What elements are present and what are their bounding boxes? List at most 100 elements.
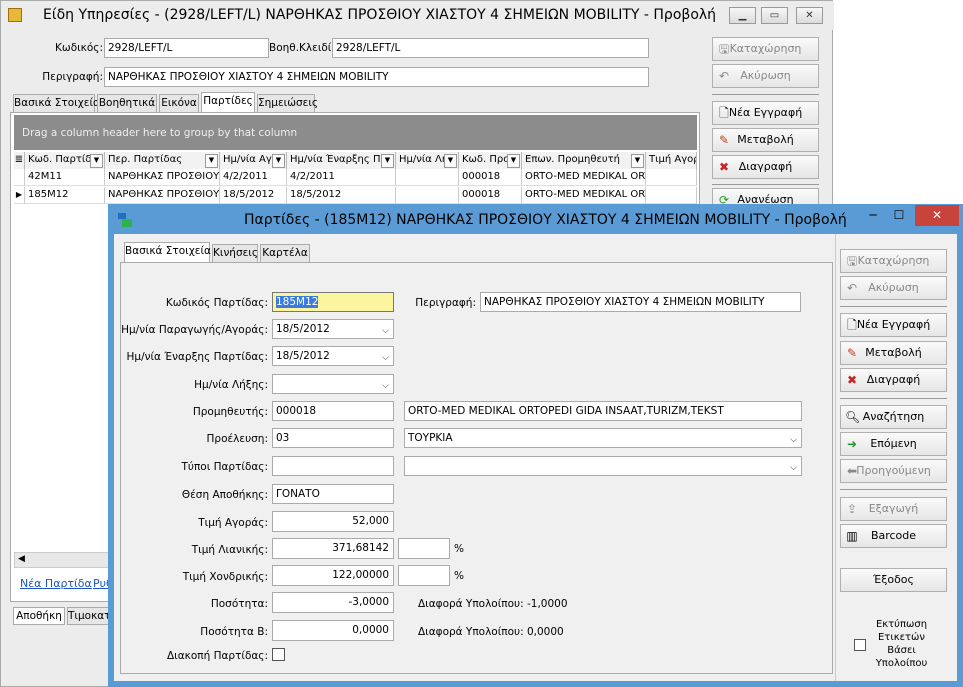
chevron-down-icon[interactable]: ⌵ (790, 431, 797, 447)
supplier-code-field[interactable]: 000018 (272, 401, 394, 421)
tab-basic[interactable]: Βασικά Στοιχεία (13, 94, 100, 112)
batches-window-titlebar[interactable]: Παρτίδες - (185Μ12) ΝΑΡΘΗΚΑΣ ΠΡΟΣΘΙΟΥ ΧΙ… (108, 204, 963, 234)
expiry-date-picker[interactable]: ⌵ (272, 374, 394, 394)
location-field[interactable]: ΓΟΝΑΤΟ (272, 484, 394, 504)
horizontal-scrollbar[interactable]: ◀ (14, 552, 114, 568)
tab-image[interactable]: Εικόνα (159, 94, 199, 112)
chevron-down-icon[interactable]: ⌵ (382, 349, 389, 365)
close-button[interactable]: ✕ (915, 205, 959, 226)
chevron-down-icon[interactable]: ▼ (272, 154, 285, 168)
start-date-picker[interactable]: 18/5/2012 ⌵ (272, 346, 394, 366)
cell[interactable]: 000018 (459, 187, 522, 204)
cell[interactable]: 18/5/2012 (220, 187, 287, 204)
barcode-button[interactable]: ▥ Barcode (840, 524, 947, 548)
search-button[interactable]: 🔍︎ Αναζήτηση (840, 405, 947, 429)
buy-price-field[interactable]: 52,000 (272, 511, 394, 532)
chevron-down-icon[interactable]: ▼ (507, 154, 520, 168)
cell[interactable] (396, 187, 459, 204)
chevron-down-icon[interactable]: ▼ (205, 154, 218, 168)
table-row[interactable]: ▶ 185Μ12 ΝΑΡΘΗΚΑΣ ΠΡΟΣΘΙΟΥ 18/5/2012 18/… (14, 187, 697, 204)
supplier-name-field[interactable]: ORTO-MED MEDIKAL ORTOPEDI GIDA INSAAT,TU… (404, 401, 802, 421)
description-field[interactable]: ΝΑΡΘΗΚΑΣ ΠΡΟΣΘΙΟΥ ΧΙΑΣΤΟΥ 4 ΣΗΜΕΙΩΝ MOBI… (104, 67, 649, 87)
col-start-date[interactable]: Ημ/νία Έναρξης Πα ▼ (287, 152, 396, 169)
stop-batch-checkbox[interactable] (272, 648, 285, 661)
tab-card[interactable]: Καρτέλα (260, 244, 310, 262)
col-batch-desc[interactable]: Περ. Παρτίδας ▼ (105, 152, 220, 169)
delete-button[interactable]: ✖ Διαγραφή (712, 155, 819, 179)
cell[interactable]: ORTO-MED MEDIKAL ORT (522, 169, 646, 186)
cancel-button[interactable]: ↶ Ακύρωση (712, 64, 819, 88)
chevron-down-icon[interactable]: ▼ (631, 154, 644, 168)
chevron-down-icon[interactable]: ⌵ (790, 459, 797, 475)
cancel-button[interactable]: ↶ Ακύρωση (840, 276, 947, 300)
origin-code-field[interactable]: 03 (272, 428, 394, 448)
delete-button[interactable]: ✖ Διαγραφή (840, 368, 947, 392)
chevron-down-icon[interactable]: ▼ (444, 154, 457, 168)
bottom-tab-warehouse[interactable]: Αποθήκη (13, 607, 65, 625)
exit-button[interactable]: Έξοδος (840, 568, 947, 592)
desc-field[interactable]: ΝΑΡΘΗΚΑΣ ΠΡΟΣΘΙΟΥ ΧΙΑΣΤΟΥ 4 ΣΗΜΕΙΩΝ MOBI… (480, 292, 801, 312)
group-by-panel[interactable]: Drag a column header here to group by th… (14, 115, 697, 150)
types-select[interactable]: ⌵ (404, 456, 802, 476)
print-labels-checkbox[interactable] (854, 639, 866, 651)
retail-price-field[interactable]: 371,68142 (272, 538, 394, 559)
key-field[interactable]: 2928/LEFT/L (332, 38, 649, 58)
cell[interactable]: 185Μ12 (25, 187, 105, 204)
save-button[interactable]: 🖫 Καταχώρηση (712, 37, 819, 61)
edit-button[interactable]: ✎ Μεταβολή (712, 128, 819, 152)
chevron-down-icon[interactable]: ⌵ (382, 322, 389, 338)
previous-button[interactable]: ⬅ Προηγούμενη (840, 459, 947, 483)
cell[interactable]: ΝΑΡΘΗΚΑΣ ΠΡΟΣΘΙΟΥ (105, 169, 220, 186)
grid-menu-icon[interactable]: ≣ (14, 152, 25, 169)
cell[interactable]: 42Μ11 (25, 169, 105, 186)
cell[interactable]: ΝΑΡΘΗΚΑΣ ΠΡΟΣΘΙΟΥ (105, 187, 220, 204)
maximize-button[interactable]: ☐ (886, 208, 912, 226)
cell[interactable]: ORTO-MED MEDIKAL ORT (522, 187, 646, 204)
types-code-field[interactable] (272, 456, 394, 476)
chevron-down-icon[interactable]: ▼ (90, 154, 103, 168)
wholesale-percent-field[interactable] (398, 565, 450, 586)
cell[interactable]: 4/2/2011 (287, 169, 396, 186)
col-batch-code[interactable]: Κωδ. Παρτίδ ▼ (25, 152, 105, 169)
col-supplier-name[interactable]: Επων. Προμηθευτή ▼ (522, 152, 646, 169)
cell[interactable]: 000018 (459, 169, 522, 186)
next-button[interactable]: ➜ Επόμενη (840, 432, 947, 456)
col-buy-date[interactable]: Ημ/νία Αγ ▼ (220, 152, 287, 169)
col-expiry-date[interactable]: Ημ/νία Λή ▼ (396, 152, 459, 169)
items-window-titlebar[interactable]: Είδη Υπηρεσίες - (2928/LEFT/L) ΝΑΡΘΗΚΑΣ … (1, 1, 834, 30)
prod-date-picker[interactable]: 18/5/2012 ⌵ (272, 319, 394, 339)
quantity-field[interactable]: -3,0000 (272, 592, 394, 613)
col-supplier-code[interactable]: Κωδ. Προ ▼ (459, 152, 522, 169)
new-batch-link[interactable]: Νέα Παρτίδα (20, 577, 92, 590)
wholesale-price-field[interactable]: 122,00000 (272, 565, 394, 586)
minimize-button[interactable]: ─ (860, 208, 886, 226)
minimize-button[interactable]: ▁ (729, 7, 756, 24)
maximize-button[interactable]: ▭ (761, 7, 788, 24)
cell[interactable]: 4/2/2011 (220, 169, 287, 186)
cell[interactable] (646, 187, 697, 204)
chevron-down-icon[interactable]: ⌵ (382, 377, 389, 393)
export-button[interactable]: ⇪ Εξαγωγή (840, 497, 947, 521)
tab-basic[interactable]: Βασικά Στοιχεία (124, 242, 211, 262)
tab-notes[interactable]: Σημειώσεις (257, 94, 318, 112)
chevron-down-icon[interactable]: ▼ (381, 154, 394, 168)
retail-percent-field[interactable] (398, 538, 450, 559)
new-record-button[interactable]: 🗋 Νέα Εγγραφή (840, 313, 947, 337)
save-button[interactable]: 🖫 Καταχώρηση (840, 249, 947, 273)
table-row[interactable]: 42Μ11 ΝΑΡΘΗΚΑΣ ΠΡΟΣΘΙΟΥ 4/2/2011 4/2/201… (14, 169, 697, 186)
col-buy-price[interactable]: Τιμή Αγορ (646, 152, 697, 169)
scroll-left-icon[interactable]: ◀ (18, 554, 25, 564)
tab-movements[interactable]: Κινήσεις (212, 244, 258, 262)
cell[interactable]: 18/5/2012 (287, 187, 396, 204)
origin-select[interactable]: ΤΟΥΡΚΙΑ ⌵ (404, 428, 802, 448)
new-record-button[interactable]: 🗋 Νέα Εγγραφή (712, 101, 819, 125)
tab-auxiliary[interactable]: Βοηθητικά (97, 94, 157, 112)
quantity-b-field[interactable]: 0,0000 (272, 620, 394, 641)
batch-code-field[interactable]: 185Μ12 (272, 292, 394, 312)
code-field[interactable]: 2928/LEFT/L (104, 38, 269, 58)
edit-button[interactable]: ✎ Μεταβολή (840, 341, 947, 365)
tab-batches[interactable]: Παρτίδες (201, 92, 255, 112)
cell[interactable] (646, 169, 697, 186)
close-button[interactable]: ✕ (796, 7, 823, 24)
bottom-tab-pricelist[interactable]: Τιμοκατ (67, 607, 109, 625)
